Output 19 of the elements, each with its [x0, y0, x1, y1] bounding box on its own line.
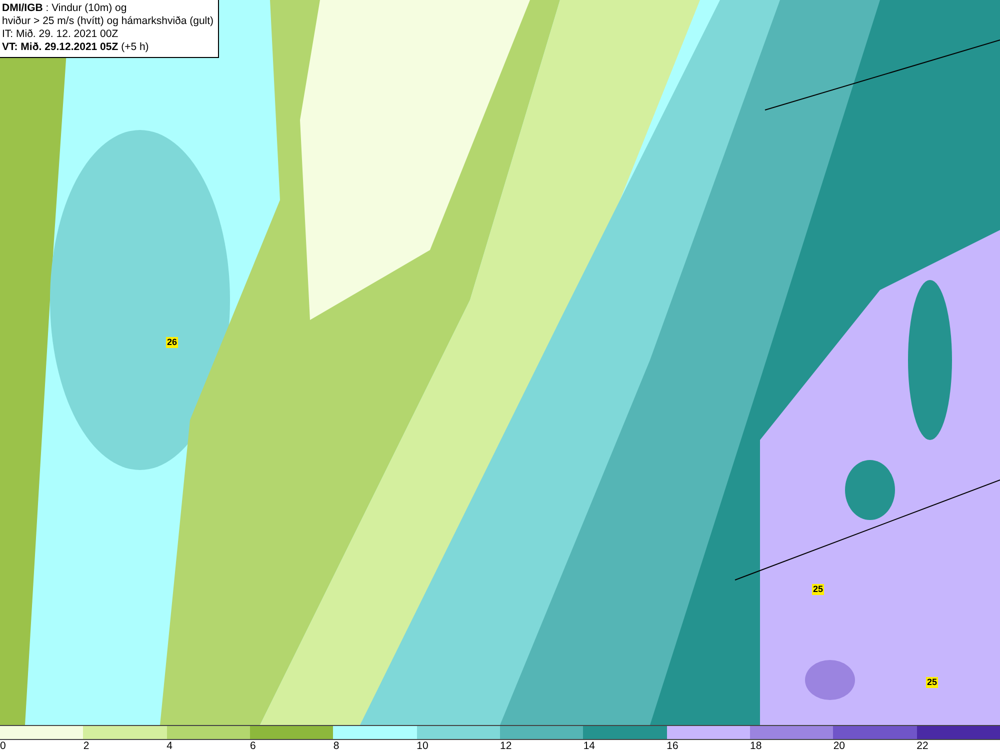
scale-tick-label: 2 — [83, 740, 90, 753]
gust-label: 25 — [926, 677, 938, 688]
gust-label: 26 — [166, 337, 178, 348]
scale-tick-label: 14 — [583, 740, 596, 753]
scale-tick-label: 18 — [750, 740, 762, 753]
header-text: VT: Mið. 29.12.2021 05Z (+5 h) — [2, 41, 150, 54]
scale-tick-label: 16 — [666, 740, 678, 753]
header-text: hviður > 25 m/s (hvítt) og hámarkshviða (gult) — [2, 15, 214, 28]
header-text: DMI/IGB : Vindur (10m) og — [2, 2, 128, 15]
scale-tick-label: 8 — [333, 740, 340, 753]
scale-tick-label: 12 — [500, 740, 512, 753]
scale-tick-label: 0 — [0, 740, 6, 753]
scale-tick-label: 20 — [833, 740, 846, 753]
header-text: IT: Mið. 29. 12. 2021 00Z — [2, 28, 120, 41]
scale-tick-label: 10 — [416, 740, 428, 753]
scale-tick-label: 4 — [166, 740, 172, 753]
scale-tick-label: 22 — [916, 740, 928, 753]
gust-label: 25 — [812, 584, 824, 595]
scale-tick-label: 6 — [250, 740, 256, 753]
